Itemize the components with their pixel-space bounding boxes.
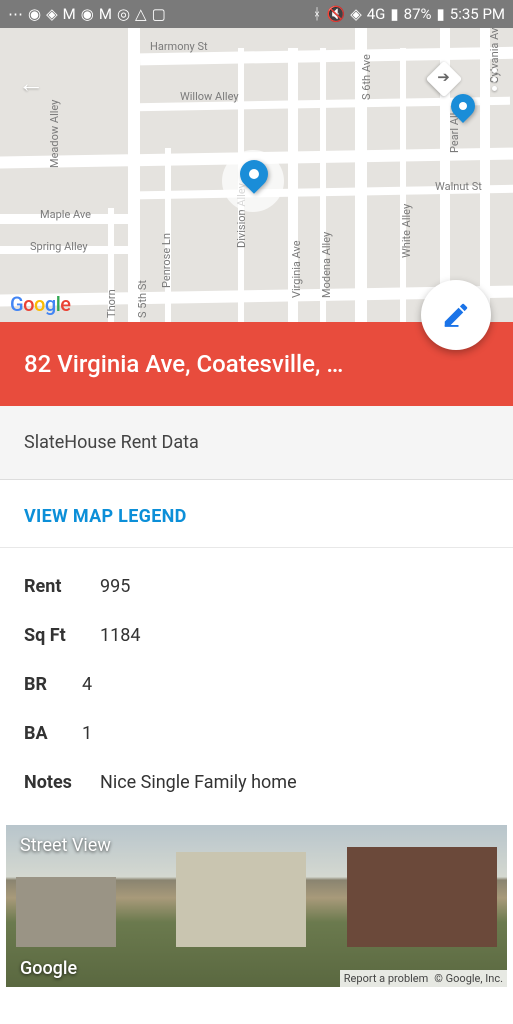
battery-icon: ▮ (437, 5, 445, 23)
detail-row-sqft: Sq Ft 1184 (24, 611, 489, 660)
street-label: Virginia Ave (290, 240, 303, 298)
gmail2-icon: M (99, 5, 112, 23)
detail-row-ba: BA 1 (24, 709, 489, 758)
detail-value: 995 (100, 576, 130, 597)
street-label: Willow Alley (180, 90, 239, 103)
overflow-menu-icon[interactable] (492, 68, 497, 91)
street-label: White Alley (400, 204, 413, 258)
battery-label: 87% (404, 5, 432, 23)
detail-value: Nice Single Family home (100, 772, 297, 793)
detail-row-rent: Rent 995 (24, 562, 489, 611)
network-label: 4G (367, 5, 386, 23)
property-details: Rent 995 Sq Ft 1184 BR 4 BA 1 Notes Nice… (0, 548, 513, 825)
detail-label: BA (24, 723, 82, 744)
whatsapp-icon: ◉ (28, 5, 41, 23)
street-label: Spring Alley (30, 240, 88, 253)
view-map-legend-link[interactable]: VIEW MAP LEGEND (0, 480, 513, 548)
street-label: Penrose Ln (160, 233, 173, 288)
street-label: Thorn (105, 289, 118, 318)
signal-icon: ▮ (390, 5, 398, 23)
copyright-text: © Google, Inc. (434, 972, 503, 985)
directions-icon[interactable] (426, 61, 463, 98)
street-label: Maple Ave (40, 208, 91, 221)
street-label: Modena Alley (320, 232, 333, 298)
more-icon: ⋯ (8, 5, 23, 23)
sync-icon: ◎ (117, 5, 130, 23)
street-view-credits: Report a problem © Google, Inc. (340, 970, 507, 987)
sv-building (176, 852, 306, 947)
drive-icon: △ (135, 5, 147, 23)
street-label: Harmony St (150, 40, 208, 53)
chat-icon: ◈ (46, 5, 58, 23)
status-icons-right: ᚼ 🔇 ◈ 4G ▮ 87% ▮ 5:35 PM (313, 5, 506, 23)
detail-label: Rent (24, 576, 100, 597)
map-view[interactable]: Harmony St Willow Alley Walnut St Maple … (0, 28, 513, 322)
detail-row-notes: Notes Nice Single Family home (24, 758, 489, 807)
google-logo: Google (20, 958, 77, 979)
sv-building (16, 877, 116, 947)
detail-value: 1 (82, 723, 92, 744)
sv-building (347, 847, 497, 947)
detail-value: 1184 (100, 625, 140, 646)
detail-label: BR (24, 674, 82, 695)
edit-fab[interactable] (421, 280, 491, 350)
detail-label: Notes (24, 772, 100, 793)
detail-row-br: BR 4 (24, 660, 489, 709)
map-road (400, 48, 406, 322)
street-label: S 6th Ave (360, 54, 373, 100)
nfc-icon: ▢ (152, 5, 166, 23)
street-view-panel[interactable]: Street View Google Report a problem © Go… (6, 825, 507, 987)
subtitle-section: SlateHouse Rent Data (0, 406, 513, 480)
pencil-icon (441, 300, 471, 330)
messenger-icon: ◉ (81, 5, 94, 23)
street-label: S 5th St (136, 280, 149, 318)
back-arrow-icon[interactable]: ← (18, 68, 44, 99)
status-icons-left: ⋯ ◉ ◈ M ◉ M ◎ △ ▢ (8, 5, 166, 23)
mute-icon: 🔇 (327, 5, 346, 23)
map-road (128, 28, 140, 322)
street-view-label: Street View (20, 835, 111, 856)
street-label: Meadow Alley (48, 100, 61, 168)
detail-label: Sq Ft (24, 625, 100, 646)
report-problem-link[interactable]: Report a problem (344, 972, 429, 985)
wifi-icon: ◈ (350, 5, 362, 23)
bluetooth-icon: ᚼ (313, 5, 322, 23)
detail-value: 4 (82, 674, 92, 695)
gmail-icon: M (63, 5, 76, 23)
android-status-bar: ⋯ ◉ ◈ M ◉ M ◎ △ ▢ ᚼ 🔇 ◈ 4G ▮ 87% ▮ 5:35 … (0, 0, 513, 28)
time-label: 5:35 PM (450, 5, 505, 23)
google-logo: Google (10, 292, 71, 316)
street-label: Walnut St (435, 180, 482, 193)
